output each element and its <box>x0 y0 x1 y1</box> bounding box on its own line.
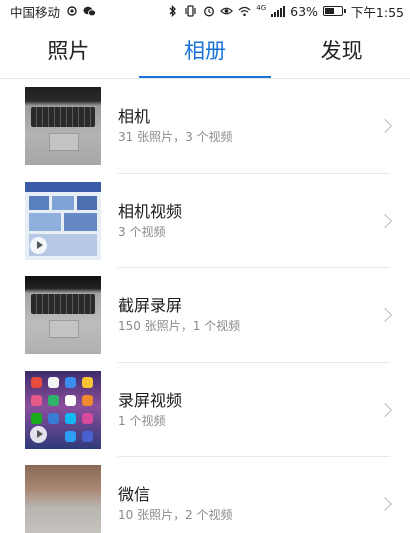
album-count: 1 个视频 <box>118 413 166 428</box>
album-title: 相机视频 <box>118 201 183 221</box>
chevron-right-icon <box>377 497 393 512</box>
album-item-wechat[interactable]: 微信 10 张照片，2 个视频 <box>0 457 410 533</box>
album-title: 微信 <box>118 485 151 505</box>
wifi-icon <box>238 5 251 18</box>
album-item-screenshots[interactable]: 截屏录屏 150 张照片，1 个视频 <box>0 268 410 363</box>
tab-discover[interactable]: 发现 <box>273 22 410 78</box>
vibrate-icon <box>184 5 197 18</box>
tab-bar: 照片 相册 发现 <box>0 22 410 79</box>
alarm-icon <box>202 5 215 18</box>
bluetooth-icon <box>166 5 179 18</box>
eye-icon <box>220 5 234 18</box>
tab-photos[interactable]: 照片 <box>0 22 137 78</box>
signal-dot-icon <box>65 5 78 18</box>
tab-albums[interactable]: 相册 <box>137 22 274 78</box>
album-item-screen-recordings[interactable]: 录屏视频 1 个视频 <box>0 363 410 457</box>
gallery-app: 中国移动 4G 63% 下午1:55 照片 相册 发现 相机 31 张照片，3 … <box>0 0 410 533</box>
tab-label: 照片 <box>47 39 90 63</box>
tab-label: 相册 <box>184 39 226 63</box>
status-bar: 中国移动 4G 63% 下午1:55 <box>0 0 410 22</box>
album-thumbnail <box>25 87 101 165</box>
cell-signal-icon <box>271 5 286 17</box>
album-title: 录屏视频 <box>118 390 183 410</box>
status-left: 中国移动 <box>10 2 97 21</box>
album-thumbnail <box>25 181 101 260</box>
play-icon <box>30 236 47 254</box>
battery-percent: 63% <box>290 3 318 19</box>
wechat-photo-thumbnail <box>25 465 101 533</box>
album-list: 相机 31 张照片，3 个视频 相机视频 3 个视频 截屏录屏 150 张照片，… <box>0 79 410 533</box>
album-item-camera-videos[interactable]: 相机视频 3 个视频 <box>0 174 410 268</box>
tab-underline <box>139 75 271 78</box>
tab-label: 发现 <box>320 39 363 63</box>
album-count: 3 个视频 <box>118 224 166 239</box>
clock: 下午1:55 <box>350 4 404 20</box>
album-thumbnail <box>25 370 101 449</box>
play-icon <box>30 425 47 443</box>
chevron-right-icon <box>377 308 393 323</box>
album-title: 截屏录屏 <box>118 296 183 316</box>
album-count: 31 张照片，3 个视频 <box>118 130 233 145</box>
chevron-right-icon <box>377 119 393 134</box>
carrier-label: 中国移动 <box>10 4 61 20</box>
laptop-photo-thumbnail <box>25 276 101 354</box>
laptop-photo-thumbnail <box>25 87 101 165</box>
album-count: 10 张照片，2 个视频 <box>118 508 233 523</box>
battery-icon <box>322 6 346 16</box>
album-thumbnail <box>25 276 101 354</box>
album-title: 相机 <box>118 107 151 127</box>
wechat-icon <box>83 5 97 18</box>
chevron-right-icon <box>377 213 393 228</box>
album-thumbnail <box>25 465 101 533</box>
album-item-camera[interactable]: 相机 31 张照片，3 个视频 <box>0 79 410 174</box>
chevron-right-icon <box>377 402 393 417</box>
battery-fill <box>324 8 334 14</box>
network-type-label: 4G <box>256 3 267 12</box>
status-right: 4G 63% 下午1:55 <box>166 2 404 21</box>
album-count: 150 张照片，1 个视频 <box>118 319 241 334</box>
